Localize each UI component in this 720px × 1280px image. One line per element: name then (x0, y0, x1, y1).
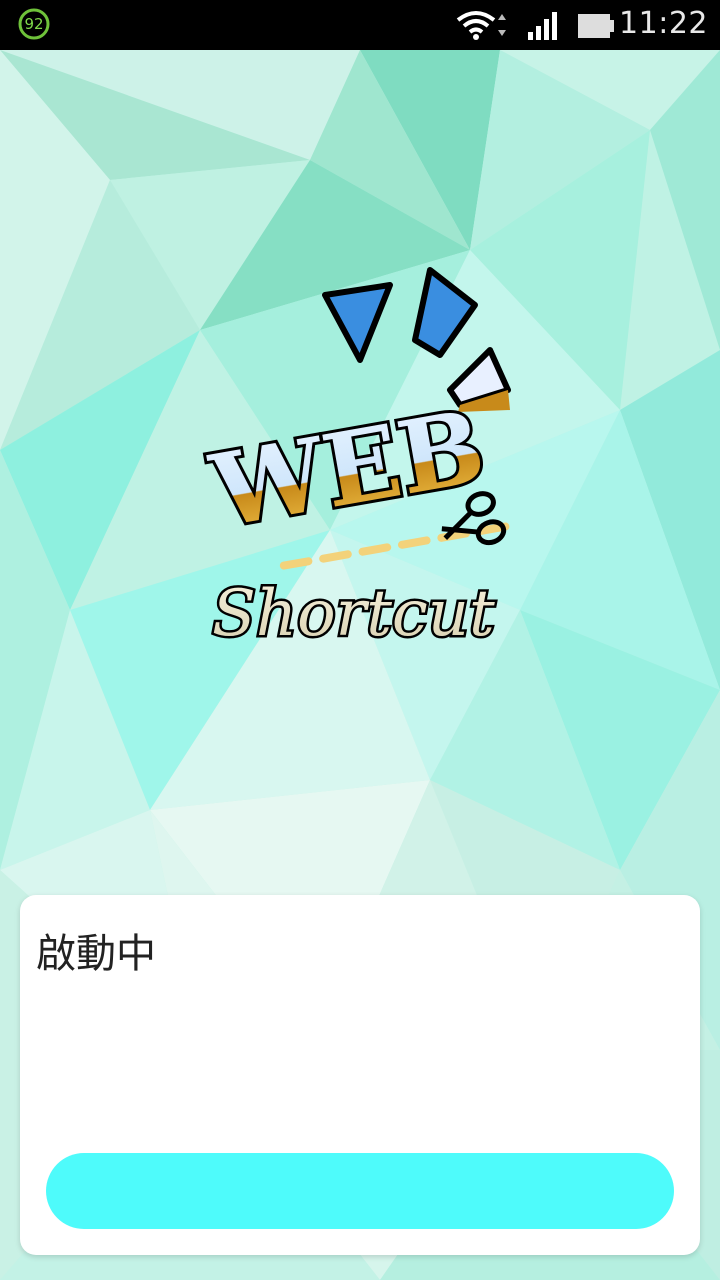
loading-dialog: 啟動中 (20, 895, 700, 1255)
signal-icon (528, 12, 557, 40)
logo-shortcut-text: Shortcut (212, 577, 495, 651)
status-icons (456, 11, 614, 40)
status-bar: 92 11:22 (0, 0, 720, 50)
progress-bar (46, 1153, 674, 1229)
notification-badge-count: 92 (24, 15, 44, 33)
logo-web-text: WEB (202, 387, 492, 551)
status-time: 11:22 (619, 6, 708, 41)
app-logo: WEB Shortcut (199, 267, 511, 654)
data-arrows-icon (498, 14, 506, 36)
wifi-icon (456, 11, 496, 40)
dialog-message: 啟動中 (36, 931, 156, 977)
battery-icon (578, 14, 614, 38)
